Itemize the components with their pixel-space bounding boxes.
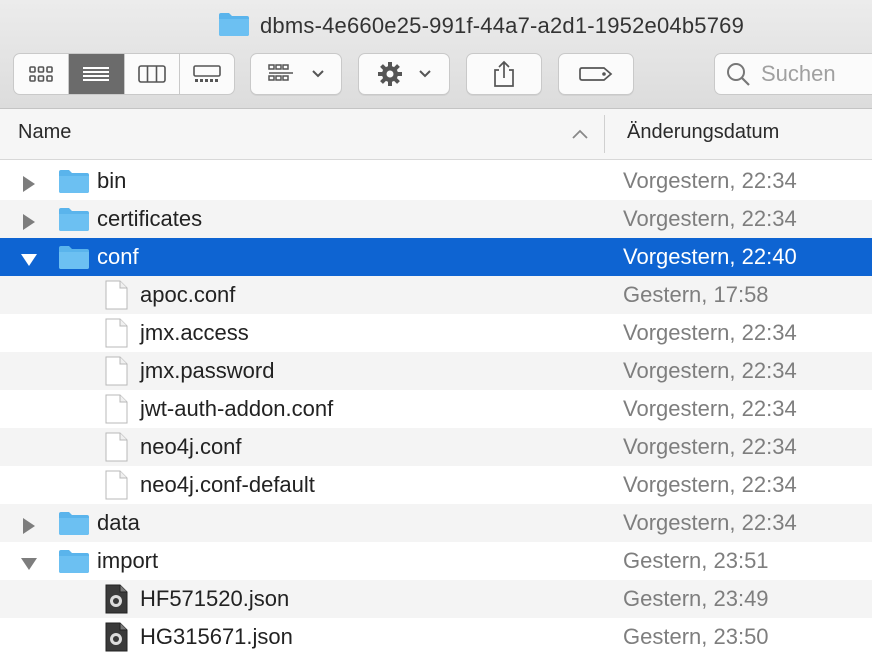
document-icon <box>104 432 128 468</box>
sort-ascending-icon[interactable] <box>571 127 589 145</box>
item-date: Vorgestern, 22:40 <box>623 244 797 269</box>
column-name-header[interactable]: Name <box>18 121 71 144</box>
icon-grid-icon <box>29 66 53 82</box>
file-list: bin Vorgestern, 22:34 certificates Vorgeste… <box>0 162 872 656</box>
item-date: Vorgestern, 22:34 <box>623 206 797 231</box>
column-header: Name Änderungsdatum <box>0 109 872 160</box>
chevron-down-icon <box>419 70 431 78</box>
folder-icon <box>58 206 90 238</box>
disclosure-collapsed-icon[interactable] <box>20 173 38 192</box>
icon-view-button[interactable] <box>14 54 70 94</box>
item-name: jmx.password <box>140 358 275 383</box>
folder-icon <box>58 168 90 200</box>
column-date-header[interactable]: Änderungsdatum <box>627 121 779 144</box>
list-icon <box>83 67 110 81</box>
tags-button[interactable] <box>558 53 634 95</box>
item-name: bin <box>97 168 127 193</box>
folder-row[interactable]: certificates Vorgestern, 22:34 <box>0 200 872 238</box>
item-date: Vorgestern, 22:34 <box>623 358 797 383</box>
folder-icon <box>218 11 250 42</box>
disclosure-collapsed-icon[interactable] <box>20 515 38 534</box>
document-icon <box>104 470 128 506</box>
item-date: Gestern, 23:49 <box>623 586 769 611</box>
chevron-down-icon <box>312 70 324 78</box>
file-row[interactable]: jwt-auth-addon.conf Vorgestern, 22:34 <box>0 390 872 428</box>
item-date: Gestern, 23:51 <box>623 548 769 573</box>
folder-icon <box>58 244 90 276</box>
view-mode-control <box>13 53 235 95</box>
disclosure-collapsed-icon[interactable] <box>20 211 38 230</box>
folder-icon <box>58 510 90 542</box>
folder-row[interactable]: import Gestern, 23:51 <box>0 542 872 580</box>
item-name: conf <box>97 244 139 269</box>
item-name: jwt-auth-addon.conf <box>140 396 334 421</box>
item-name: certificates <box>97 206 203 231</box>
json-file-icon <box>104 622 128 658</box>
document-icon <box>104 356 128 392</box>
item-date: Vorgestern, 22:34 <box>623 320 797 345</box>
item-name: neo4j.conf <box>140 434 242 459</box>
item-name: HF571520.json <box>140 586 290 611</box>
column-view-button[interactable] <box>125 54 180 94</box>
gallery-view-button[interactable] <box>180 54 234 94</box>
item-date: Vorgestern, 22:34 <box>623 168 797 193</box>
search-field[interactable] <box>714 53 872 95</box>
folder-row[interactable]: data Vorgestern, 22:34 <box>0 504 872 542</box>
window-toolbar: dbms-4e660e25-991f-44a7-a2d1-1952e04b576… <box>0 0 872 109</box>
document-icon <box>104 318 128 354</box>
item-date: Gestern, 17:58 <box>623 282 769 307</box>
file-row[interactable]: apoc.conf Gestern, 17:58 <box>0 276 872 314</box>
group-icon <box>268 64 293 81</box>
item-name: data <box>97 510 140 535</box>
item-name: HG315671.json <box>140 624 293 649</box>
json-file-icon <box>104 584 128 620</box>
file-row[interactable]: jmx.access Vorgestern, 22:34 <box>0 314 872 352</box>
file-row[interactable]: neo4j.conf Vorgestern, 22:34 <box>0 428 872 466</box>
folder-icon <box>58 548 90 580</box>
file-row[interactable]: HG315671.json Gestern, 23:50 <box>0 618 872 656</box>
file-row[interactable]: HF571520.json Gestern, 23:49 <box>0 580 872 618</box>
window-title: dbms-4e660e25-991f-44a7-a2d1-1952e04b576… <box>218 8 744 44</box>
share-button[interactable] <box>466 53 542 95</box>
tag-icon <box>579 67 613 81</box>
window-title-text: dbms-4e660e25-991f-44a7-a2d1-1952e04b576… <box>260 13 745 38</box>
share-icon <box>494 60 514 87</box>
column-divider[interactable] <box>604 115 605 153</box>
group-by-button[interactable] <box>250 53 342 95</box>
disclosure-expanded-icon[interactable] <box>20 553 38 571</box>
folder-row[interactable]: conf Vorgestern, 22:40 <box>0 238 872 276</box>
item-name: jmx.access <box>140 320 249 345</box>
item-name: neo4j.conf-default <box>140 472 315 497</box>
document-icon <box>104 394 128 430</box>
item-name: apoc.conf <box>140 282 236 307</box>
document-icon <box>104 280 128 316</box>
file-row[interactable]: neo4j.conf-default Vorgestern, 22:34 <box>0 466 872 504</box>
file-row[interactable]: jmx.password Vorgestern, 22:34 <box>0 352 872 390</box>
gallery-icon <box>193 65 221 82</box>
search-icon <box>727 63 750 86</box>
columns-icon <box>137 65 166 83</box>
item-date: Vorgestern, 22:34 <box>623 396 797 421</box>
item-date: Vorgestern, 22:34 <box>623 434 797 459</box>
gear-icon <box>378 62 402 86</box>
action-button[interactable] <box>358 53 450 95</box>
disclosure-expanded-icon[interactable] <box>20 249 38 267</box>
folder-row[interactable]: bin Vorgestern, 22:34 <box>0 162 872 200</box>
item-name: import <box>97 548 159 573</box>
list-view-button[interactable] <box>69 54 125 94</box>
item-date: Gestern, 23:50 <box>623 624 769 649</box>
search-input[interactable] <box>759 60 872 88</box>
item-date: Vorgestern, 22:34 <box>623 472 797 497</box>
item-date: Vorgestern, 22:34 <box>623 510 797 535</box>
